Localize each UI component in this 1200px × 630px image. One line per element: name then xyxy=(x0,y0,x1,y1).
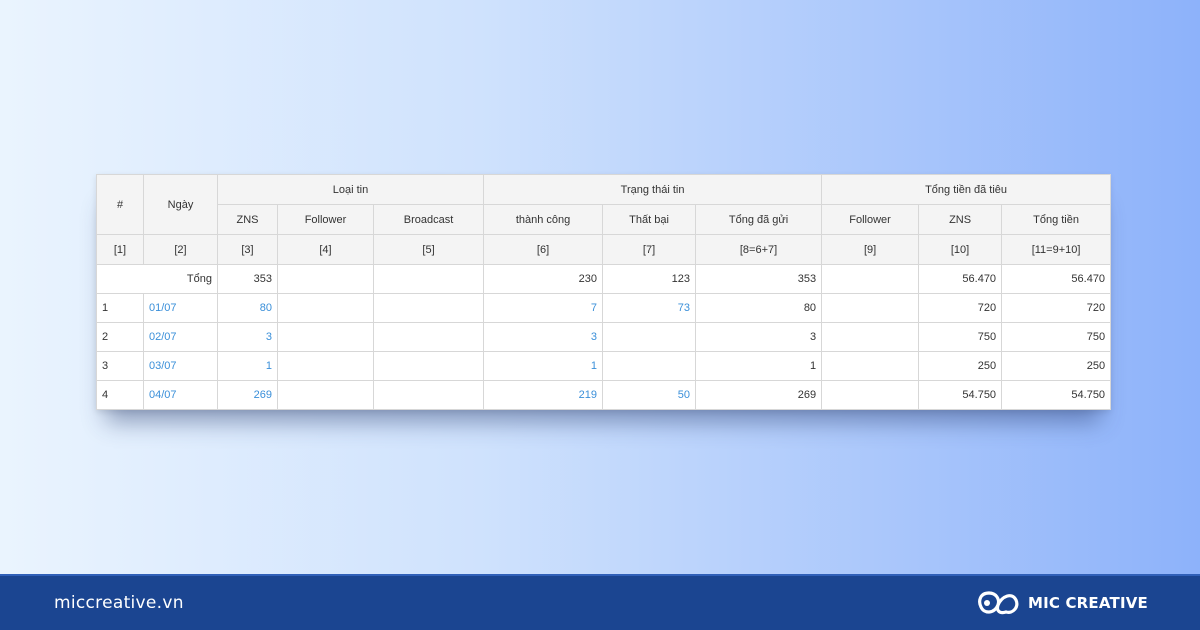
col-success-header[interactable]: thành công xyxy=(483,204,604,235)
row-failed-link[interactable] xyxy=(602,322,697,352)
row-success-link[interactable]: 7 xyxy=(483,293,604,323)
col-sent-header[interactable]: Tổng đã gửi xyxy=(695,204,823,235)
table-row: 3 03/07 1 1 1 250 250 xyxy=(96,351,1112,381)
column-code: [10] xyxy=(918,234,1003,265)
total-spent-total: 56.470 xyxy=(1001,264,1112,294)
row-date-link[interactable]: 02/07 xyxy=(143,322,218,352)
header-group-row: # Ngày Loại tin Trạng thái tin Tổng tiền… xyxy=(96,174,1112,235)
row-spent-total: 720 xyxy=(1001,293,1112,323)
total-sent: 353 xyxy=(695,264,823,294)
col-spent-total-header[interactable]: Tổng tiền xyxy=(1001,204,1112,235)
col-zns-header[interactable]: ZNS xyxy=(217,204,278,235)
row-follower xyxy=(277,380,374,410)
row-spent-follower xyxy=(821,351,920,381)
group-message-type-header: Loại tin xyxy=(216,174,485,205)
row-spent-follower xyxy=(821,322,920,352)
column-code: [5] xyxy=(372,234,485,265)
website-link[interactable]: miccreative.vn xyxy=(54,593,184,613)
row-spent-zns: 250 xyxy=(918,351,1003,381)
row-broadcast xyxy=(372,351,485,381)
row-success-link[interactable]: 3 xyxy=(483,322,604,352)
row-failed-link[interactable] xyxy=(602,351,697,381)
row-sent: 3 xyxy=(695,322,823,352)
table-row: 4 04/07 269 219 50 269 54.750 54.750 xyxy=(96,380,1112,410)
table-header: # Ngày Loại tin Trạng thái tin Tổng tiền… xyxy=(96,174,1112,265)
total-failed: 123 xyxy=(602,264,697,294)
column-code: [7] xyxy=(602,234,697,265)
total-row: Tổng 353 230 123 353 56.470 56.470 xyxy=(96,264,1112,294)
row-zns-link[interactable]: 269 xyxy=(217,380,278,410)
row-success-link[interactable]: 1 xyxy=(483,351,604,381)
header-code-row: [1] [2] [3] [4] [5] [6] [7] [8=6+7] [9] … xyxy=(96,234,1112,265)
row-zns-link[interactable]: 3 xyxy=(217,322,278,352)
col-date-header[interactable]: Ngày xyxy=(143,174,218,235)
report-card: # Ngày Loại tin Trạng thái tin Tổng tiền… xyxy=(96,174,1112,410)
brand-logo: MIC CREATIVE xyxy=(976,589,1148,617)
row-follower xyxy=(277,293,374,323)
column-code: [8=6+7] xyxy=(695,234,823,265)
brand-name: MIC CREATIVE xyxy=(1027,594,1148,612)
row-index: 4 xyxy=(96,380,144,410)
row-spent-follower xyxy=(821,380,920,410)
row-index: 3 xyxy=(96,351,144,381)
col-follower-header[interactable]: Follower xyxy=(277,204,374,235)
row-follower xyxy=(277,351,374,381)
row-failed-link[interactable]: 50 xyxy=(602,380,697,410)
row-date-link[interactable]: 03/07 xyxy=(143,351,218,381)
table-row: 1 01/07 80 7 73 80 720 720 xyxy=(96,293,1112,323)
row-broadcast xyxy=(372,380,485,410)
total-success: 230 xyxy=(483,264,604,294)
row-spent-total: 750 xyxy=(1001,322,1112,352)
column-code: [4] xyxy=(277,234,374,265)
col-spent-follower-header[interactable]: Follower xyxy=(821,204,920,235)
total-spent-follower xyxy=(821,264,920,294)
column-code: [9] xyxy=(821,234,920,265)
column-code: [3] xyxy=(217,234,278,265)
col-index-header[interactable]: # xyxy=(96,174,144,235)
row-spent-zns: 750 xyxy=(918,322,1003,352)
row-broadcast xyxy=(372,322,485,352)
table-row: 2 02/07 3 3 3 750 750 xyxy=(96,322,1112,352)
col-failed-header[interactable]: Thất bại xyxy=(602,204,697,235)
total-spent-zns: 56.470 xyxy=(918,264,1003,294)
total-follower xyxy=(277,264,374,294)
row-spent-total: 250 xyxy=(1001,351,1112,381)
total-broadcast xyxy=(372,264,485,294)
row-sent: 1 xyxy=(695,351,823,381)
row-spent-zns: 720 xyxy=(918,293,1003,323)
row-index: 2 xyxy=(96,322,144,352)
row-date-link[interactable]: 01/07 xyxy=(143,293,218,323)
row-zns-link[interactable]: 1 xyxy=(217,351,278,381)
column-code: [2] xyxy=(143,234,218,265)
table-body: Tổng 353 230 123 353 56.470 56.470 1 01/… xyxy=(96,264,1112,410)
group-total-spent-header: Tổng tiền đã tiêu xyxy=(821,174,1112,205)
row-date-link[interactable]: 04/07 xyxy=(143,380,218,410)
group-message-status-header: Trạng thái tin xyxy=(483,174,823,205)
row-index: 1 xyxy=(96,293,144,323)
header-column-row: ZNS Follower Broadcast thành công Thất b… xyxy=(97,204,1112,235)
col-broadcast-header[interactable]: Broadcast xyxy=(372,204,485,235)
column-code: [6] xyxy=(483,234,604,265)
row-spent-total: 54.750 xyxy=(1001,380,1112,410)
footer-bar: miccreative.vn MIC CREATIVE xyxy=(0,574,1200,630)
row-spent-zns: 54.750 xyxy=(918,380,1003,410)
row-sent: 80 xyxy=(695,293,823,323)
row-follower xyxy=(277,322,374,352)
mic-creative-logo-icon xyxy=(978,591,1019,615)
col-spent-zns-header[interactable]: ZNS xyxy=(918,204,1003,235)
row-broadcast xyxy=(372,293,485,323)
row-sent: 269 xyxy=(695,380,823,410)
row-success-link[interactable]: 219 xyxy=(483,380,604,410)
total-zns: 353 xyxy=(217,264,278,294)
row-spent-follower xyxy=(821,293,920,323)
row-failed-link[interactable]: 73 xyxy=(602,293,697,323)
column-code: [11=9+10] xyxy=(1001,234,1112,265)
row-zns-link[interactable]: 80 xyxy=(217,293,278,323)
total-label: Tổng xyxy=(96,264,218,294)
zns-report-table: # Ngày Loại tin Trạng thái tin Tổng tiền… xyxy=(96,174,1112,410)
column-code: [1] xyxy=(96,234,144,265)
